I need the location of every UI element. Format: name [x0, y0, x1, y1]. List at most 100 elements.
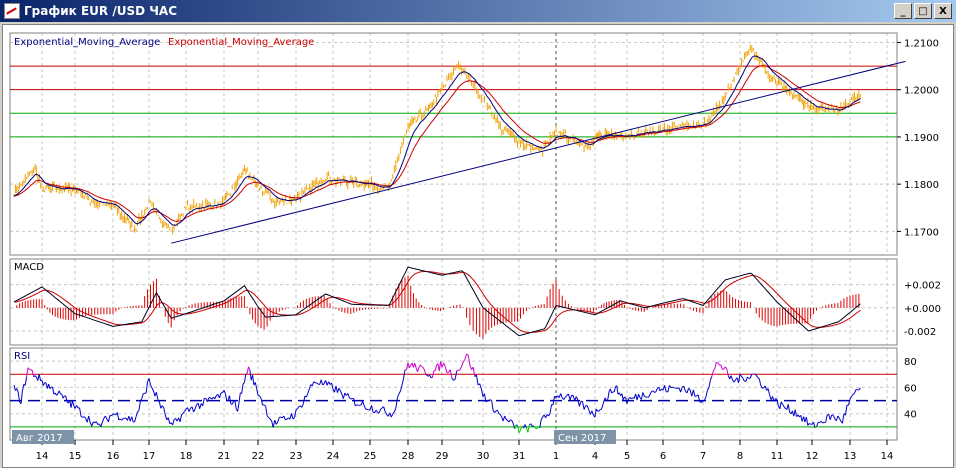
rsi-segment	[782, 404, 785, 407]
rsi-segment	[564, 395, 568, 398]
rsi-segment	[648, 393, 651, 398]
rsi-segment	[667, 385, 670, 393]
rsi-segment	[181, 413, 184, 416]
rsi-segment	[628, 397, 631, 400]
rsi-segment	[466, 353, 469, 356]
rsi-segment	[107, 415, 111, 423]
rsi-segment	[348, 397, 352, 400]
rsi-segment	[100, 422, 103, 427]
rsi-segment	[429, 375, 432, 379]
rsi-segment	[238, 392, 241, 404]
rsi-segment	[342, 392, 346, 399]
rsi-segment	[417, 367, 420, 372]
rsi-segment	[399, 385, 403, 392]
rsi-segment	[489, 399, 492, 401]
rsi-segment	[141, 393, 144, 399]
rsi-segment	[431, 370, 435, 378]
rsi-segment	[692, 389, 696, 397]
rsi-segment	[194, 404, 198, 409]
rsi-segment	[241, 383, 244, 394]
rsi-segment	[79, 407, 82, 417]
rsi-segment	[243, 374, 247, 383]
rsi-segment	[362, 401, 365, 406]
rsi-segment	[548, 412, 551, 417]
rsi-segment	[780, 401, 784, 405]
rsi-segment	[182, 411, 185, 414]
rsi-segment	[479, 383, 482, 390]
rsi-segment	[518, 429, 521, 434]
rsi-segment	[837, 415, 840, 419]
rsi-segment	[24, 376, 28, 386]
rsi-segment	[664, 385, 667, 392]
rsi-segment	[540, 416, 544, 420]
rsi-segment	[248, 366, 251, 370]
rsi-segment	[499, 414, 503, 418]
rsi-segment	[228, 395, 232, 404]
rsi-segment	[408, 364, 412, 369]
rsi-segment	[371, 405, 374, 413]
rsi-segment	[805, 416, 809, 426]
rsi-segment	[708, 380, 711, 388]
rsi-segment	[733, 379, 736, 383]
rsi-segment	[42, 382, 46, 386]
x-tick-label: 8	[737, 451, 743, 462]
rsi-segment	[164, 414, 168, 420]
rsi-segment	[151, 387, 154, 391]
rsi-segment	[730, 375, 734, 381]
rsi-segment	[249, 369, 252, 381]
rsi-segment	[472, 367, 476, 377]
rsi-segment	[711, 370, 714, 377]
rsi-segment	[91, 421, 94, 427]
macd-tick-label: -0.002	[904, 327, 936, 338]
rsi-segment	[257, 394, 260, 397]
price-tick-label: 1.2100	[904, 38, 939, 49]
rsi-segment	[451, 377, 454, 381]
rsi-segment	[307, 388, 310, 394]
rsi-segment	[308, 384, 312, 390]
rsi-segment	[13, 384, 16, 391]
rsi-segment	[21, 384, 25, 392]
x-tick-label: 5	[624, 451, 630, 462]
rsi-segment	[453, 378, 456, 381]
rsi-segment	[575, 396, 579, 401]
rsi-segment	[454, 370, 458, 380]
rsi-segment	[305, 393, 309, 398]
rsi-segment	[191, 406, 195, 413]
ema-slow-line	[13, 65, 861, 222]
rsi-segment	[841, 413, 845, 424]
rsi-segment	[652, 390, 655, 393]
rsi-segment	[578, 401, 582, 407]
rsi-segment	[62, 395, 65, 399]
rsi-segment	[339, 390, 343, 395]
rsi-segment	[835, 415, 839, 421]
rsi-segment	[583, 405, 587, 410]
chart-canvas[interactable]: Exponential_Moving_Average Exponential_M…	[0, 0, 956, 468]
rsi-segment	[137, 410, 140, 413]
rsi-segment	[398, 390, 401, 395]
rsi-segment	[252, 375, 255, 386]
rsi-segment	[456, 369, 459, 372]
macd-tick-label: +0.002	[904, 281, 941, 292]
rsi-segment	[155, 392, 159, 400]
rsi-segment	[858, 387, 861, 391]
rsi-segment	[808, 422, 811, 425]
rsi-segment	[354, 404, 357, 407]
rsi-segment	[779, 401, 782, 409]
x-tick-label: 29	[436, 451, 449, 462]
rsi-segment	[680, 386, 683, 393]
x-tick-label: 18	[180, 451, 193, 462]
rsi-segment	[350, 398, 353, 400]
rsi-segment	[467, 355, 471, 365]
rsi-segment	[758, 378, 762, 386]
rsi-segment	[755, 374, 759, 378]
rsi-segment	[714, 362, 717, 369]
rsi-segment	[263, 404, 266, 407]
rsi-segment	[491, 400, 494, 411]
rsi-segment	[545, 414, 548, 419]
x-tick-label: 11	[771, 451, 784, 462]
rsi-segment	[161, 405, 165, 409]
price-tick-label: 1.1800	[904, 180, 939, 191]
rsi-segment	[393, 407, 397, 413]
rsi-segment	[277, 417, 280, 423]
x-tick-label: 30	[477, 451, 490, 462]
